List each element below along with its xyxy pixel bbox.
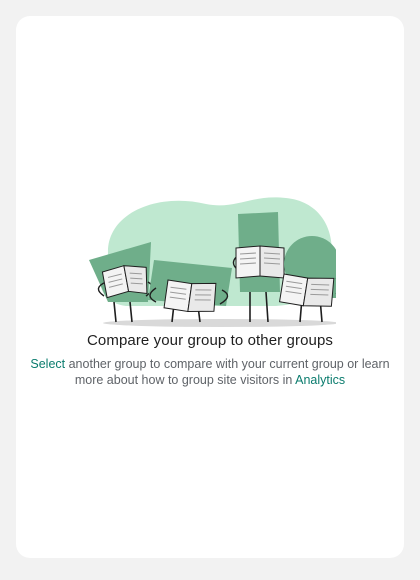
empty-state-title: Compare your group to other groups [86, 332, 334, 349]
select-group-link[interactable]: Select [30, 357, 65, 371]
ground-shadow [103, 319, 336, 327]
reader-figure-left [89, 242, 154, 323]
empty-state-description: Select another group to compare with you… [30, 356, 390, 388]
analytics-link[interactable]: Analytics [295, 373, 345, 387]
empty-state-card: Compare your group to other groups Selec… [16, 16, 404, 558]
reader-figure-middle [148, 260, 232, 323]
group-readers-illustration [89, 197, 336, 327]
